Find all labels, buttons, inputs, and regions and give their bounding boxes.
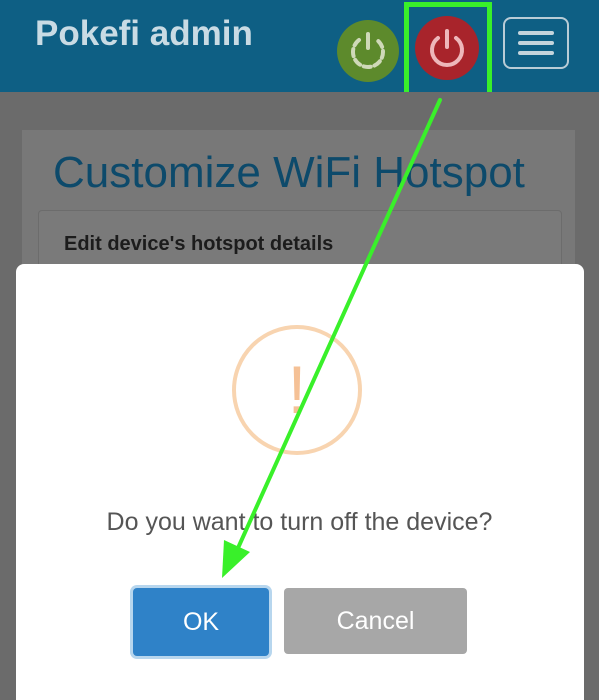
ok-button[interactable]: OK [133,588,269,656]
menu-button[interactable] [503,17,569,69]
exclamation-glyph: ! [287,352,307,428]
refresh-power-icon [351,32,385,69]
hamburger-menu-icon [518,31,554,35]
warning-icon: ! [232,325,362,455]
page-title: Customize WiFi Hotspot [53,148,525,197]
cancel-button[interactable]: Cancel [284,588,467,654]
dialog-message: Do you want to turn off the device? [106,508,493,536]
reboot-button[interactable] [337,20,399,82]
card-header: Edit device's hotspot details [64,233,334,255]
top-app-bar: Pokefi admin [0,0,599,92]
app-title: Pokefi admin [35,14,253,53]
annotation-highlight-box [404,2,492,98]
